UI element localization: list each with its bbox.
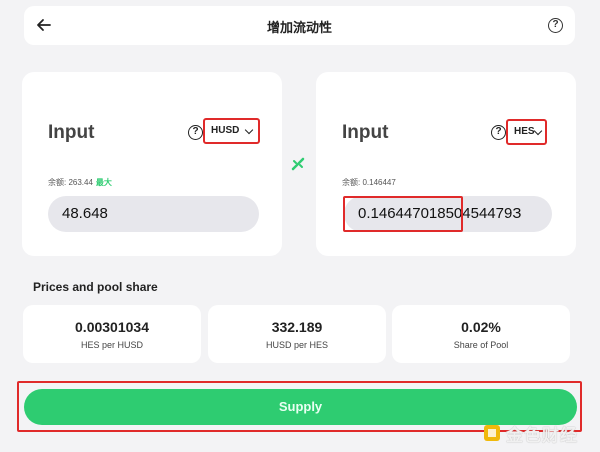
question-icon[interactable]: ? [188, 125, 203, 140]
token-symbol: HES [514, 126, 535, 137]
chevron-down-icon [533, 126, 543, 136]
input-card-hes: Input ? HES 余额: 0.146447 0.1464470185045… [316, 72, 576, 256]
max-button[interactable]: 最大 [96, 178, 112, 187]
stat-label: HUSD per HES [265, 340, 328, 350]
watermark: 金色财经 [482, 421, 578, 445]
token-symbol: HUSD [211, 125, 240, 136]
watermark-logo-icon [484, 425, 500, 441]
input-card-husd: Input ? HUSD 余额: 263.44 最大 48.648 [22, 72, 282, 256]
stat-label: Share of Pool [453, 340, 509, 350]
watermark-text: 金色财经 [506, 425, 578, 445]
token-select-hes[interactable]: HES [506, 119, 547, 145]
top-bar: 增加流动性 ? [24, 6, 575, 45]
pool-section-title: Prices and pool share [33, 280, 158, 294]
input-label: Input [48, 122, 95, 143]
balance-text: 余额: 0.146447 [342, 178, 396, 187]
stat-hes-per-husd: 0.00301034 HES per HUSD [23, 305, 201, 363]
balance-label: 余额: 263.44 [48, 178, 93, 187]
amount-input-husd[interactable]: 48.648 [48, 196, 259, 232]
stat-share-of-pool: 0.02% Share of Pool [392, 305, 570, 363]
token-select-husd[interactable]: HUSD [203, 118, 260, 144]
question-icon[interactable]: ? [491, 125, 506, 140]
stat-label: HES per HUSD [80, 340, 143, 350]
stat-husd-per-hes: 332.189 HUSD per HES [208, 305, 386, 363]
link-icon [291, 157, 305, 171]
chevron-down-icon [244, 125, 254, 135]
input-label: Input [342, 122, 389, 143]
help-icon[interactable]: ? [548, 18, 563, 33]
balance-text: 余额: 263.44 最大 [48, 177, 112, 188]
stat-value: 0.02% [461, 319, 501, 335]
supply-button[interactable]: Supply [24, 389, 577, 425]
stat-value: 0.00301034 [75, 319, 149, 335]
stat-value: 332.189 [271, 319, 323, 335]
page-title: 增加流动性 [266, 20, 332, 35]
amount-input-hes[interactable]: 0.14644701850454479З [344, 196, 552, 232]
